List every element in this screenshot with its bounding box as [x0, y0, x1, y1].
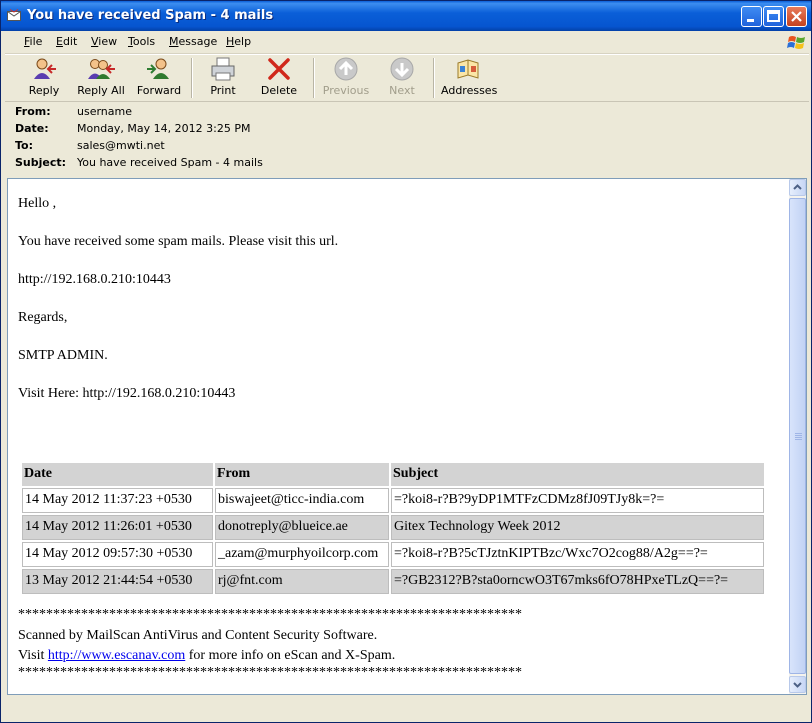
message-header: From: username Date: Monday, May 14, 201… — [11, 105, 801, 175]
window-title: You have received Spam - 4 mails — [27, 8, 274, 23]
reply-button[interactable]: Reply — [21, 57, 67, 99]
scroll-down-icon — [793, 682, 802, 688]
footer-visit-line: Visit http://www.escanav.com for more in… — [18, 648, 396, 663]
menu-file[interactable]: File — [24, 35, 42, 48]
table-row: 14 May 2012 09:57:30 +0530 _azam@murphyo… — [22, 542, 764, 567]
subject-value: You have received Spam - 4 mails — [77, 156, 263, 169]
down-arrow-icon — [390, 57, 414, 81]
cell-subject: Gitex Technology Week 2012 — [391, 515, 764, 540]
printer-icon — [211, 57, 235, 81]
print-button[interactable]: Print — [203, 57, 243, 99]
from-value[interactable]: username — [77, 105, 132, 118]
windows-logo-icon — [787, 36, 805, 49]
date-value: Monday, May 14, 2012 3:25 PM — [77, 122, 251, 135]
reply-all-button[interactable]: Reply All — [75, 57, 127, 99]
forward-icon — [147, 58, 169, 79]
message-body[interactable]: Hello , You have received some spam mail… — [7, 178, 807, 695]
signature-text: SMTP ADMIN. — [18, 348, 108, 363]
table-header-row: Date From Subject — [22, 463, 764, 486]
minimize-button[interactable] — [741, 6, 762, 27]
cell-from: biswajeet@ticc-india.com — [215, 488, 389, 513]
intro-text: You have received some spam mails. Pleas… — [18, 234, 339, 249]
next-button[interactable]: Next — [385, 57, 419, 99]
menu-message[interactable]: Message — [169, 35, 217, 48]
column-header-subject: Subject — [391, 463, 764, 486]
cell-from: rj@fnt.com — [215, 569, 389, 594]
addresses-button[interactable]: Addresses — [441, 57, 497, 99]
up-arrow-icon — [334, 57, 358, 81]
cell-subject: =?GB2312?B?sta0orncwO3T67mks6fO78HPxeTLz… — [391, 569, 764, 594]
divider-stars-top: ****************************************… — [18, 607, 522, 622]
subject-label: Subject: — [15, 156, 67, 169]
title-bar[interactable]: You have received Spam - 4 mails — [1, 1, 811, 31]
status-bar — [1, 697, 811, 722]
delete-x-icon — [268, 58, 290, 80]
cell-date: 13 May 2012 21:44:54 +0530 — [22, 569, 213, 594]
scroll-down-button[interactable] — [789, 676, 806, 693]
maximize-icon — [767, 10, 780, 22]
toolbar-separator — [191, 58, 193, 98]
spam-mail-table: Date From Subject 14 May 2012 11:37:23 +… — [20, 461, 766, 596]
table-row: 14 May 2012 11:26:01 +0530 donotreply@bl… — [22, 515, 764, 540]
footer-scanned-text: Scanned by MailScan AntiVirus and Conten… — [18, 628, 378, 643]
scroll-up-button[interactable] — [789, 179, 806, 196]
menu-edit[interactable]: Edit — [56, 35, 77, 48]
visit-here-text: Visit Here: http://192.168.0.210:10443 — [18, 386, 236, 401]
menu-view[interactable]: View — [91, 35, 117, 48]
cell-from: donotreply@blueice.ae — [215, 515, 389, 540]
cell-date: 14 May 2012 09:57:30 +0530 — [22, 542, 213, 567]
column-header-from: From — [215, 463, 389, 486]
reply-icon — [34, 58, 56, 79]
cell-subject: =?koi8-r?B?5cTJztnKIPTBzc/Wxc7O2cog88/A2… — [391, 542, 764, 567]
address-book-icon — [457, 59, 479, 79]
table-row: 14 May 2012 11:37:23 +0530 biswajeet@tic… — [22, 488, 764, 513]
maximize-button[interactable] — [763, 6, 784, 27]
scrollbar-thumb[interactable] — [789, 198, 806, 674]
reply-all-icon — [88, 59, 115, 79]
from-label: From: — [15, 105, 51, 118]
cell-date: 14 May 2012 11:26:01 +0530 — [22, 515, 213, 540]
to-value[interactable]: sales@mwti.net — [77, 139, 165, 152]
menu-tools[interactable]: Tools — [128, 35, 155, 48]
toolbar-separator — [313, 58, 315, 98]
regards-text: Regards, — [18, 310, 68, 325]
greeting-text: Hello , — [18, 196, 57, 211]
toolbar-separator — [433, 58, 435, 98]
menu-help[interactable]: Help — [226, 35, 251, 48]
to-label: To: — [15, 139, 33, 152]
vertical-scrollbar[interactable] — [789, 179, 806, 694]
url-text: http://192.168.0.210:10443 — [18, 272, 171, 287]
column-header-date: Date — [22, 463, 213, 486]
cell-subject: =?koi8-r?B?9yDP1MTFzCDMz8fJ09TJy8k=?= — [391, 488, 764, 513]
menu-bar: File Edit View Tools Message Help — [5, 31, 809, 54]
cell-date: 14 May 2012 11:37:23 +0530 — [22, 488, 213, 513]
minimize-icon — [747, 19, 754, 22]
close-icon — [791, 11, 802, 22]
previous-button[interactable]: Previous — [321, 57, 371, 99]
scroll-up-icon — [793, 184, 802, 190]
envelope-icon — [7, 9, 21, 21]
forward-button[interactable]: Forward — [135, 57, 183, 99]
close-button[interactable] — [786, 6, 807, 27]
escan-link[interactable]: http://www.escanav.com — [48, 648, 185, 663]
date-label: Date: — [15, 122, 49, 135]
message-window: You have received Spam - 4 mails File Ed… — [0, 0, 812, 723]
cell-from: _azam@murphyoilcorp.com — [215, 542, 389, 567]
table-row: 13 May 2012 21:44:54 +0530 rj@fnt.com =?… — [22, 569, 764, 594]
delete-button[interactable]: Delete — [257, 57, 301, 99]
divider-stars-bottom: ****************************************… — [18, 665, 522, 680]
toolbar: Reply Reply All Forward Print Delete Pre… — [5, 54, 809, 102]
